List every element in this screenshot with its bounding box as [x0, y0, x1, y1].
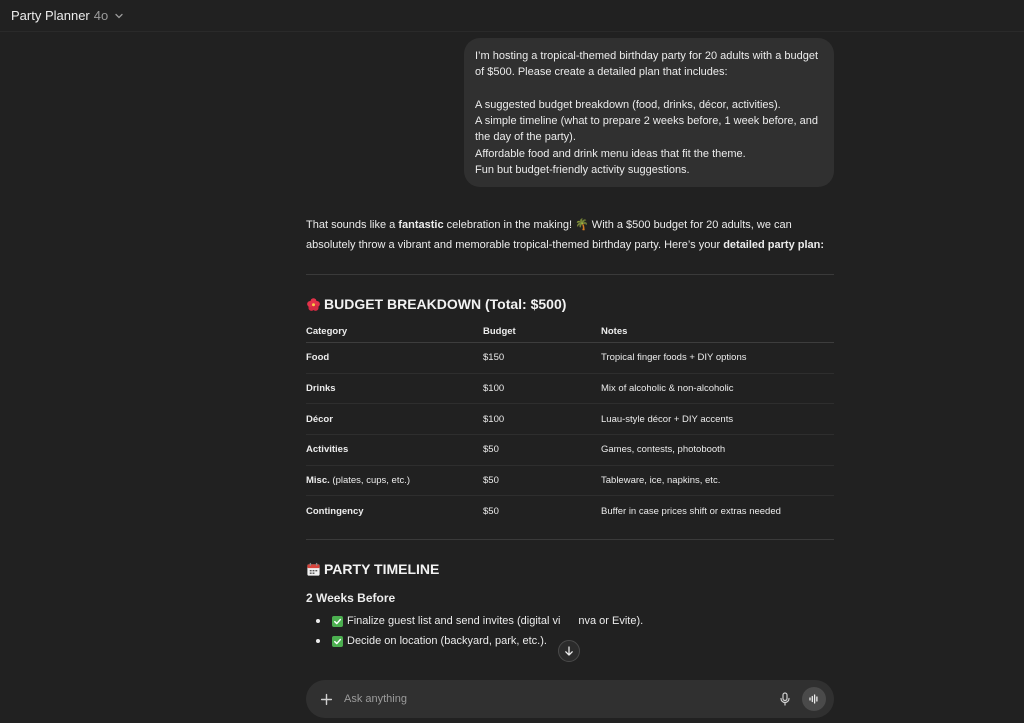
user-message-item: Fun but budget-friendly activity suggest…	[475, 164, 690, 177]
user-message-intro: I’m hosting a tropical-themed birthday p…	[475, 50, 819, 79]
row-budget: $100	[483, 413, 505, 425]
row-budget: $50	[483, 444, 499, 456]
bullet-dot	[316, 619, 320, 624]
microphone-icon	[780, 692, 790, 706]
attach-button[interactable]	[318, 691, 334, 707]
user-message-item: A suggested budget breakdown (food, drin…	[475, 98, 781, 111]
table-row: Décor $100 Luau-style décor + DIY accent…	[306, 404, 834, 436]
voice-mode-icon	[809, 694, 818, 704]
table-row: Activities $50 Games, contests, photoboo…	[306, 435, 834, 466]
two-weeks-heading: 2 Weeks Before	[306, 591, 396, 606]
arrow-down-icon	[565, 646, 573, 656]
scroll-to-bottom-button[interactable]	[558, 640, 580, 662]
row-notes: Tropical finger foods + DIY options	[601, 352, 747, 364]
user-message-item: A simple timeline (what to prepare 2 wee…	[475, 115, 819, 144]
list-item-text: Decide on location (backyard, park, etc.…	[347, 635, 547, 648]
row-notes: Mix of alcoholic & non-alcoholic	[601, 383, 734, 395]
budget-heading-text: BUDGET BREAKDOWN (Total: $500)	[324, 296, 567, 312]
bullet-dot	[316, 639, 320, 644]
check-box-icon	[332, 635, 343, 647]
chat-input[interactable]	[344, 693, 776, 705]
model-switcher[interactable]: Party Planner 4o	[11, 8, 124, 23]
timeline-heading-text: PARTY TIMELINE	[324, 561, 440, 578]
calendar-emoji-icon	[307, 562, 320, 576]
user-message-bubble: I’m hosting a tropical-themed birthday p…	[464, 38, 834, 188]
check-box-icon	[332, 615, 343, 627]
dictate-button[interactable]	[776, 690, 794, 708]
hibiscus-emoji-icon	[307, 297, 320, 311]
voice-mode-button[interactable]	[802, 687, 826, 711]
row-category: Misc. (plates, cups, etc.)	[306, 475, 411, 487]
table-header-category: Category	[306, 326, 348, 337]
table-row: Food $150 Tropical finger foods + DIY op…	[306, 343, 834, 374]
budget-table: Category Budget Notes Food $150 Tropical…	[306, 321, 834, 527]
assistant-response: That sounds like a fantastic celebration…	[306, 216, 834, 651]
budget-heading: BUDGET BREAKDOWN (Total: $500)	[306, 296, 834, 312]
row-notes: Tableware, ice, napkins, etc.	[601, 475, 721, 487]
table-row: Misc. (plates, cups, etc.) $50 Tableware…	[306, 466, 834, 497]
response-intro: That sounds like a fantastic celebration…	[306, 219, 825, 251]
list-item-text: Finalize guest list and send invites (di…	[347, 615, 644, 628]
row-category: Drinks	[306, 383, 336, 395]
list-item: Finalize guest list and send invites (di…	[306, 611, 834, 631]
row-budget: $150	[483, 352, 505, 364]
chevron-down-icon	[115, 13, 123, 18]
row-budget: $50	[483, 506, 499, 518]
message-composer	[306, 680, 834, 718]
model-name: 4o	[93, 8, 109, 23]
table-header-budget: Budget	[483, 326, 516, 337]
row-notes: Games, contests, photobooth	[601, 444, 726, 456]
row-category: Contingency	[306, 506, 364, 518]
plus-icon	[320, 693, 332, 705]
row-notes: Buffer in case prices shift or extras ne…	[601, 506, 781, 518]
top-bar: Party Planner 4o	[0, 0, 1024, 32]
row-notes: Luau-style décor + DIY accents	[601, 413, 734, 425]
divider	[306, 539, 834, 541]
row-budget: $50	[483, 475, 499, 487]
timeline-heading: PARTY TIMELINE	[306, 561, 834, 577]
row-budget: $100	[483, 383, 505, 395]
table-header-row: Category Budget Notes	[306, 321, 834, 343]
row-category: Décor	[306, 413, 333, 425]
app-title: Party Planner	[11, 8, 90, 23]
row-category: Activities	[306, 444, 349, 456]
table-row: Contingency $50 Buffer in case prices sh…	[306, 496, 834, 527]
divider	[306, 274, 834, 275]
user-message-item: Affordable food and drink menu ideas tha…	[475, 147, 746, 160]
row-category: Food	[306, 352, 330, 364]
table-header-notes: Notes	[601, 326, 628, 337]
table-row: Drinks $100 Mix of alcoholic & non-alcoh…	[306, 374, 834, 405]
